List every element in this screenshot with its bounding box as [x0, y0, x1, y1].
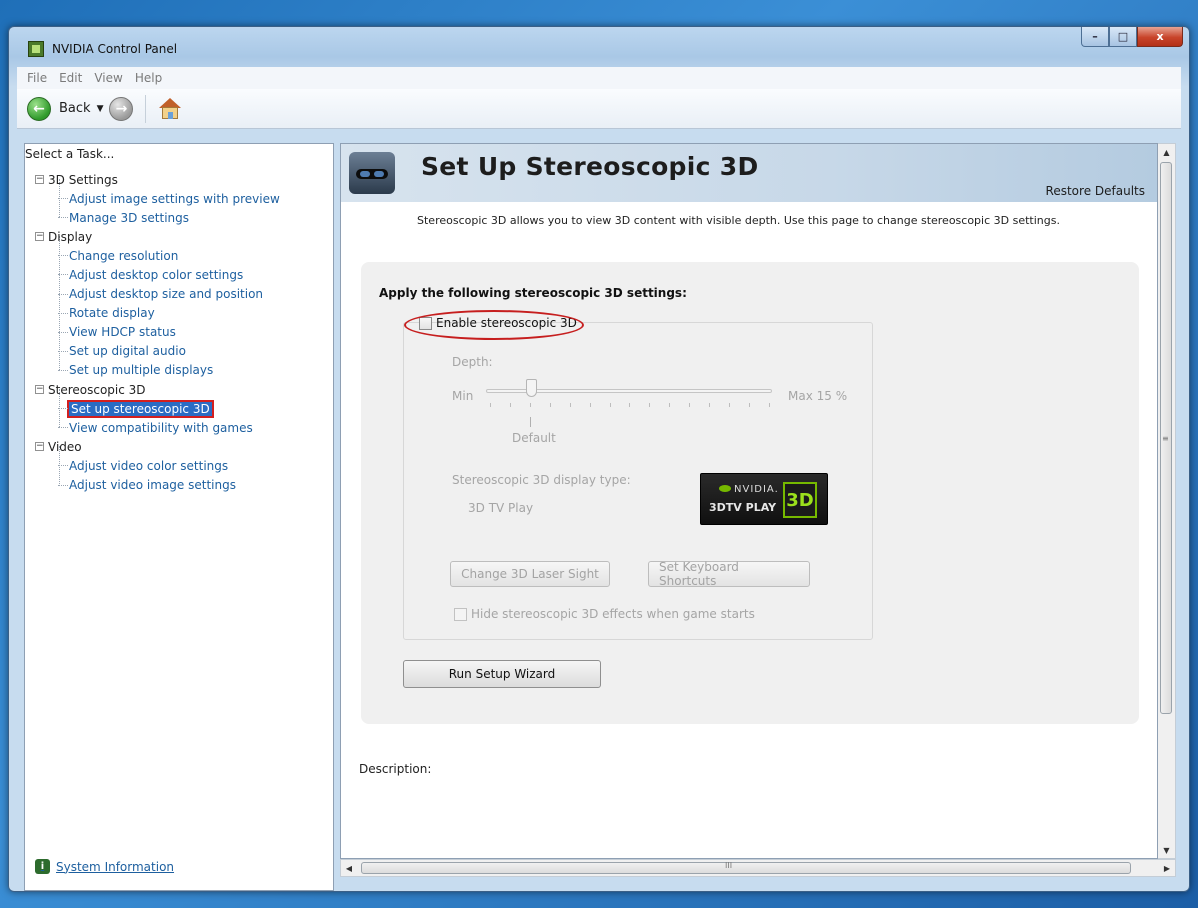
horizontal-scroll-thumb[interactable]	[361, 862, 1131, 874]
tree-item-video-color[interactable]: Adjust video color settings	[35, 456, 331, 475]
system-information-link[interactable]: i System Information	[35, 859, 174, 874]
tree-item-rotate-display[interactable]: Rotate display	[35, 304, 331, 323]
toolbar: ← Back ▼ →	[17, 89, 1181, 129]
stereo-settings-group: Depth: Min Max 15 % Default Stereoscopic…	[403, 322, 873, 640]
run-setup-wizard-button[interactable]: Run Setup Wizard	[403, 660, 601, 688]
nvidia-app-icon	[28, 41, 44, 57]
depth-default-label: Default	[512, 431, 556, 445]
change-laser-sight-button[interactable]: Change 3D Laser Sight	[450, 561, 610, 587]
content-panel: Set Up Stereoscopic 3D Restore Defaults …	[340, 143, 1158, 859]
vertical-scrollbar[interactable]: ▲ ≡ ▼	[1158, 143, 1176, 859]
menu-edit[interactable]: Edit	[53, 71, 88, 85]
depth-default-marker	[530, 417, 531, 427]
scroll-up-icon[interactable]: ▲	[1158, 144, 1175, 160]
tree-item-digital-audio[interactable]: Set up digital audio	[35, 342, 331, 361]
tree-item-desktop-size[interactable]: Adjust desktop size and position	[35, 285, 331, 304]
collapse-minus-icon[interactable]: −	[35, 175, 44, 185]
tree-category-stereoscopic-3d[interactable]: − Stereoscopic 3D	[35, 380, 331, 399]
home-icon[interactable]	[158, 97, 182, 121]
menu-view[interactable]: View	[88, 71, 128, 85]
badge-product: 3DTV PLAY	[709, 501, 777, 514]
depth-max-value: Max 15 %	[788, 389, 848, 403]
tree-category-video[interactable]: − Video	[35, 437, 331, 456]
tree-item-change-resolution[interactable]: Change resolution	[35, 246, 331, 265]
horizontal-scrollbar[interactable]: ◀ III ▶	[340, 859, 1176, 877]
settings-heading: Apply the following stereoscopic 3D sett…	[379, 286, 687, 300]
page-title: Set Up Stereoscopic 3D	[421, 152, 759, 181]
tree-category-display[interactable]: − Display	[35, 227, 331, 246]
tree-item-desktop-color[interactable]: Adjust desktop color settings	[35, 265, 331, 284]
menu-file[interactable]: File	[21, 71, 53, 85]
depth-slider-thumb[interactable]	[526, 379, 537, 397]
nvidia-eye-icon: NVIDIA.	[719, 484, 779, 495]
page-header: Set Up Stereoscopic 3D Restore Defaults	[341, 144, 1157, 202]
window-title: NVIDIA Control Panel	[52, 42, 178, 56]
task-panel: Select a Task... − 3D Settings Adjust im…	[24, 143, 334, 891]
set-keyboard-shortcuts-button[interactable]: Set Keyboard Shortcuts	[648, 560, 810, 588]
tree-item-video-image[interactable]: Adjust video image settings	[35, 476, 331, 495]
collapse-minus-icon[interactable]: −	[35, 232, 44, 242]
collapse-minus-icon[interactable]: −	[35, 385, 44, 395]
back-button[interactable]: Back	[59, 101, 91, 116]
settings-box: Apply the following stereoscopic 3D sett…	[361, 262, 1139, 724]
depth-min-label: Min	[452, 389, 474, 403]
menu-help[interactable]: Help	[129, 71, 168, 85]
close-button[interactable]: x	[1137, 27, 1183, 47]
horizontal-grip-icon: III	[725, 861, 733, 870]
system-information-label: System Information	[56, 859, 175, 874]
maximize-button[interactable]: □	[1109, 27, 1137, 47]
vertical-grip-icon: ≡	[1162, 434, 1169, 443]
tree-item-multiple-displays[interactable]: Set up multiple displays	[35, 361, 331, 380]
task-tree: − 3D Settings Adjust image settings with…	[35, 170, 331, 495]
tree-item-adjust-image-settings[interactable]: Adjust image settings with preview	[35, 189, 331, 208]
window-controls: – □ x	[1081, 27, 1183, 49]
tree-category-3d-settings[interactable]: − 3D Settings	[35, 170, 331, 189]
scroll-left-icon[interactable]: ◀	[341, 860, 357, 877]
title-bar[interactable]: NVIDIA Control Panel – □ x	[9, 27, 1189, 67]
badge-3d-mark: 3D	[783, 482, 817, 518]
nvidia-3dtv-play-logo: NVIDIA. 3DTV PLAY 3D	[700, 473, 828, 525]
depth-slider-ticks	[490, 403, 770, 409]
tree-item-hdcp-status[interactable]: View HDCP status	[35, 323, 331, 342]
page-intro: Stereoscopic 3D allows you to view 3D co…	[417, 214, 1060, 227]
tree-item-set-up-stereoscopic-3d[interactable]: Set up stereoscopic 3D	[35, 399, 331, 418]
scroll-down-icon[interactable]: ▼	[1158, 842, 1175, 858]
toolbar-separator	[145, 94, 147, 123]
forward-arrow-icon[interactable]: →	[109, 96, 134, 121]
tree-item-game-compatibility[interactable]: View compatibility with games	[35, 418, 331, 437]
display-type-label: Stereoscopic 3D display type:	[452, 473, 631, 487]
display-type-value: 3D TV Play	[468, 501, 534, 515]
restore-defaults-link[interactable]: Restore Defaults	[1046, 184, 1145, 198]
depth-label: Depth:	[452, 355, 493, 369]
back-arrow-icon[interactable]: ←	[27, 96, 51, 121]
scroll-right-icon[interactable]: ▶	[1159, 860, 1175, 877]
highlight-ring	[404, 310, 584, 340]
info-icon: i	[35, 859, 50, 874]
stereoscopic-glasses-icon	[349, 152, 395, 194]
back-history-chevron-down-icon[interactable]: ▼	[97, 104, 104, 114]
description-label: Description:	[359, 762, 432, 776]
hide-effects-label: Hide stereoscopic 3D effects when game s…	[471, 607, 755, 621]
menu-bar: File Edit View Help	[17, 67, 1181, 89]
task-panel-header: Select a Task...	[25, 147, 115, 161]
hide-effects-checkbox[interactable]	[454, 607, 467, 621]
minimize-button[interactable]: –	[1081, 27, 1109, 47]
collapse-minus-icon[interactable]: −	[35, 442, 44, 452]
tree-item-manage-3d-settings[interactable]: Manage 3D settings	[35, 208, 331, 227]
hide-effects-option[interactable]: Hide stereoscopic 3D effects when game s…	[454, 607, 755, 621]
